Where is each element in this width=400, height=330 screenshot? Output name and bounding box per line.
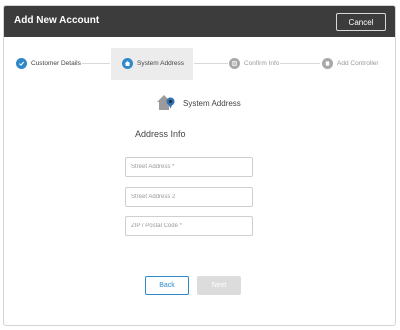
form-subtitle: Address Info	[135, 129, 186, 139]
street-address-input[interactable]	[125, 157, 253, 177]
section-header: System Address	[156, 93, 241, 113]
step-connector	[194, 63, 228, 64]
next-button[interactable]: Next	[197, 276, 241, 295]
section-title: System Address	[183, 98, 241, 108]
controller-icon	[322, 58, 333, 69]
step-system-address[interactable]: System Address	[122, 58, 184, 69]
check-icon	[16, 58, 27, 69]
dialog-title: Add New Account	[14, 15, 100, 26]
wizard-stepper: Customer Details System Address Confirm …	[4, 48, 395, 82]
step-connector	[82, 63, 110, 64]
document-icon	[229, 58, 240, 69]
step-label: Confirm Info	[244, 60, 280, 67]
dialog-header: Add New Account Cancel	[4, 6, 395, 37]
house-location-icon	[156, 93, 176, 113]
step-customer-details[interactable]: Customer Details	[16, 58, 81, 69]
step-add-controller[interactable]: Add Controller	[322, 58, 379, 69]
step-confirm-info[interactable]: Confirm Info	[229, 58, 279, 69]
step-label: Customer Details	[31, 60, 81, 67]
home-icon	[122, 58, 133, 69]
step-connector	[280, 63, 320, 64]
back-button[interactable]: Back	[145, 276, 189, 295]
step-label: System Address	[137, 60, 184, 67]
street-address-2-input[interactable]	[125, 187, 253, 207]
step-label: Add Controller	[337, 60, 379, 67]
cancel-button[interactable]: Cancel	[336, 13, 386, 31]
zip-code-input[interactable]	[125, 216, 253, 236]
